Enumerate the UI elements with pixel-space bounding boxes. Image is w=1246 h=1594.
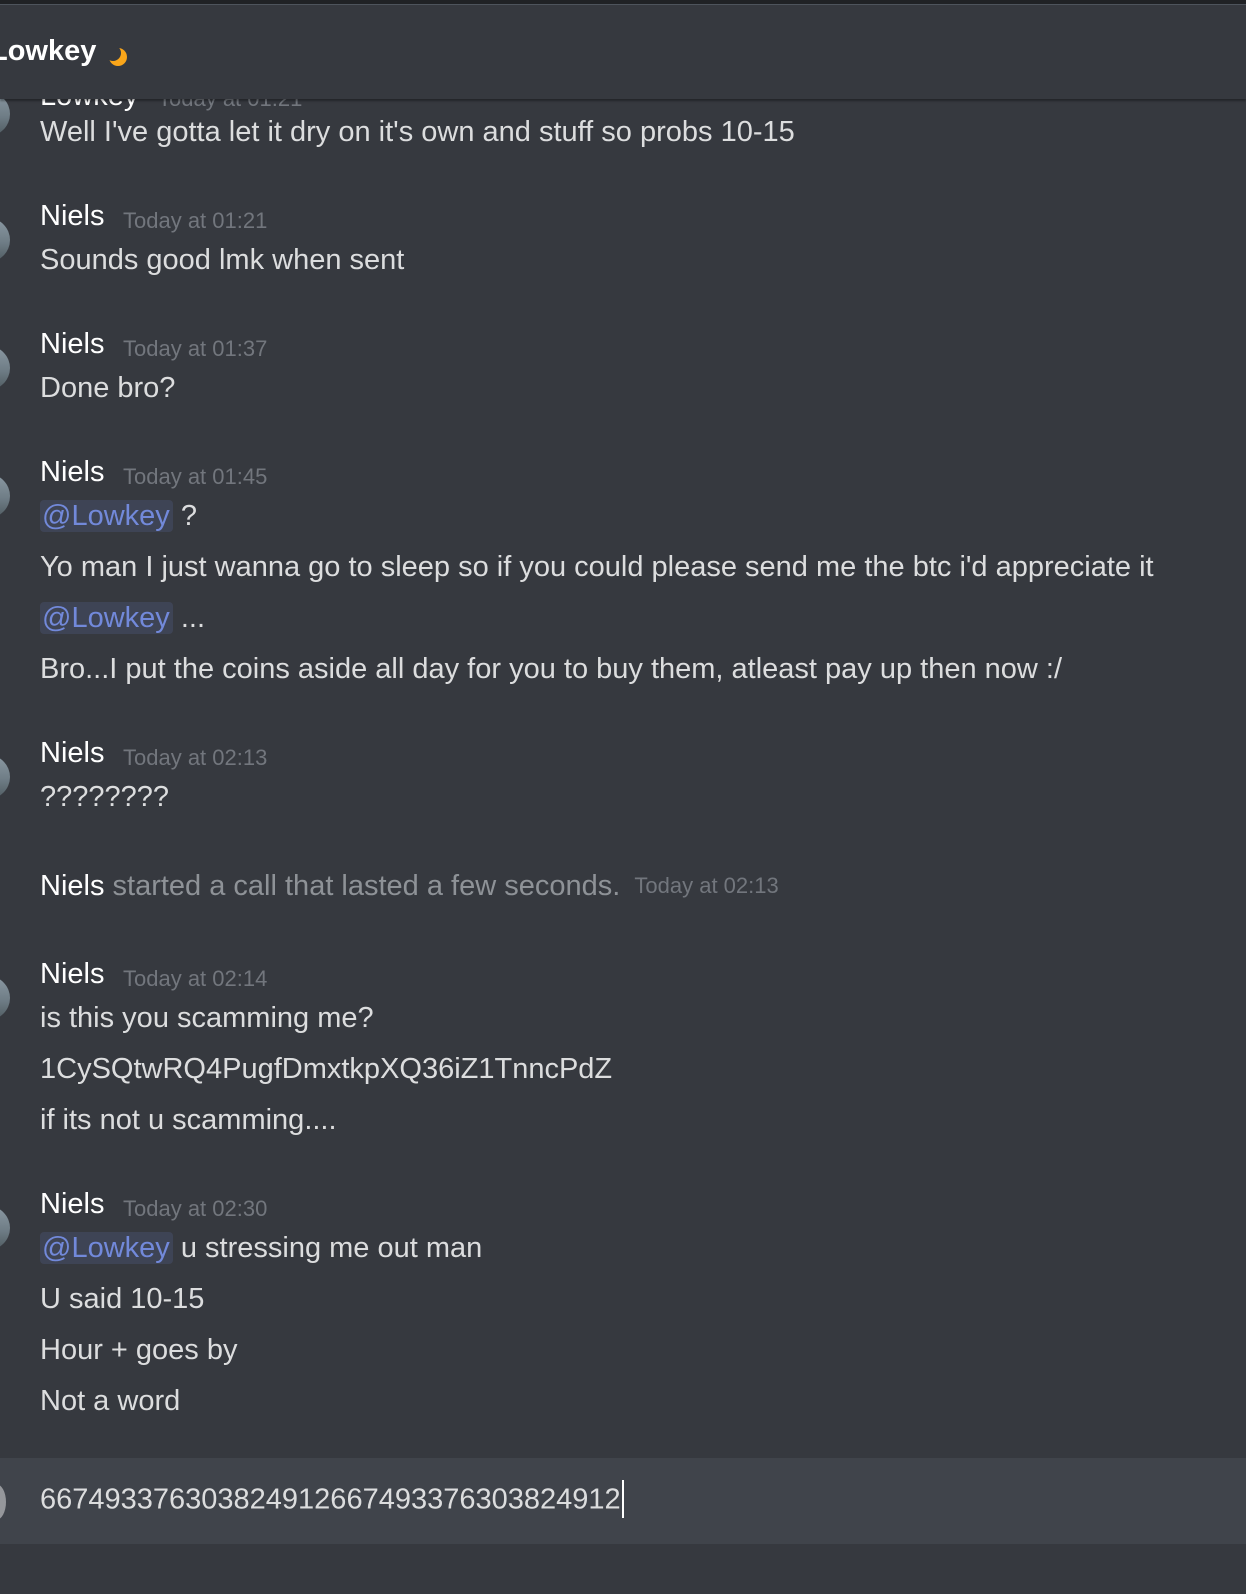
message-list: Lowkey Today at 01:21 Well I've gotta le… bbox=[0, 0, 1246, 1480]
message-username[interactable]: Niels bbox=[40, 737, 104, 770]
user-mention[interactable]: @Lowkey bbox=[40, 1232, 173, 1264]
message-timestamp: Today at 02:14 bbox=[123, 966, 268, 991]
message-text: ... bbox=[180, 602, 206, 634]
message-timestamp: Today at 02:13 bbox=[123, 745, 268, 770]
avatar[interactable] bbox=[0, 755, 10, 799]
message-username[interactable]: Niels bbox=[40, 456, 104, 489]
message-line: Hour + goes by bbox=[40, 1334, 238, 1366]
message-username[interactable]: Niels bbox=[40, 958, 104, 991]
message-line: Done bro? bbox=[40, 372, 176, 404]
message-input-text[interactable]: 667493376303824912667493376303824912 bbox=[40, 1480, 624, 1520]
message-line: @Lowkey ... bbox=[40, 602, 205, 635]
message-line: ???????? bbox=[40, 781, 170, 813]
system-message-text: started a call that lasted a few seconds… bbox=[112, 870, 621, 902]
message-input[interactable]: 667493376303824912667493376303824912 bbox=[0, 1458, 1246, 1544]
message-timestamp: Today at 02:13 bbox=[634, 873, 779, 898]
text-caret bbox=[621, 1480, 624, 1518]
message-line: 1CySQtwRQ4PugfDmxtkpXQ36iZ1TnncPdZ bbox=[40, 1053, 613, 1085]
message-line: Not a word bbox=[40, 1385, 181, 1417]
message-timestamp: Today at 01:37 bbox=[123, 336, 268, 361]
message-line: @Lowkey ? bbox=[40, 500, 197, 533]
message-input-value[interactable]: 667493376303824912667493376303824912 bbox=[40, 1484, 621, 1516]
message-line: Yo man I just wanna go to sleep so if yo… bbox=[40, 551, 1154, 583]
message-timestamp: Today at 01:45 bbox=[123, 464, 268, 489]
message-text: ? bbox=[180, 500, 197, 532]
message-line: U said 10-15 bbox=[40, 1283, 205, 1315]
attach-icon[interactable] bbox=[0, 1484, 6, 1520]
moon-icon bbox=[105, 45, 128, 67]
message-line: Bro...I put the coins aside all day for … bbox=[40, 653, 1063, 685]
channel-header: Lowkey bbox=[0, 5, 1246, 99]
bottom-bar bbox=[0, 1544, 1246, 1594]
avatar[interactable] bbox=[0, 474, 10, 518]
system-call-message: Niels started a call that lasted a few s… bbox=[40, 870, 779, 903]
message-username[interactable]: Niels bbox=[40, 1188, 104, 1221]
avatar[interactable] bbox=[0, 218, 10, 262]
message-username[interactable]: Niels bbox=[40, 200, 104, 233]
message-username[interactable]: Niels bbox=[40, 870, 104, 902]
message-line: Sounds good lmk when sent bbox=[40, 244, 405, 276]
user-mention[interactable]: @Lowkey bbox=[40, 602, 173, 634]
message-line: is this you scamming me? bbox=[40, 1002, 374, 1034]
user-mention[interactable]: @Lowkey bbox=[40, 500, 173, 532]
avatar[interactable] bbox=[0, 976, 10, 1020]
avatar[interactable] bbox=[0, 1206, 10, 1250]
message-line: Well I've gotta let it dry on it's own a… bbox=[40, 116, 795, 148]
avatar[interactable] bbox=[0, 346, 10, 390]
message-line: @Lowkey u stressing me out man bbox=[40, 1232, 482, 1265]
message-timestamp: Today at 02:30 bbox=[123, 1196, 268, 1221]
message-text: u stressing me out man bbox=[180, 1232, 483, 1264]
message-username[interactable]: Niels bbox=[40, 328, 104, 361]
message-timestamp: Today at 01:21 bbox=[123, 208, 268, 233]
channel-title: Lowkey bbox=[0, 35, 97, 67]
message-line: if its not u scamming.... bbox=[40, 1104, 337, 1136]
